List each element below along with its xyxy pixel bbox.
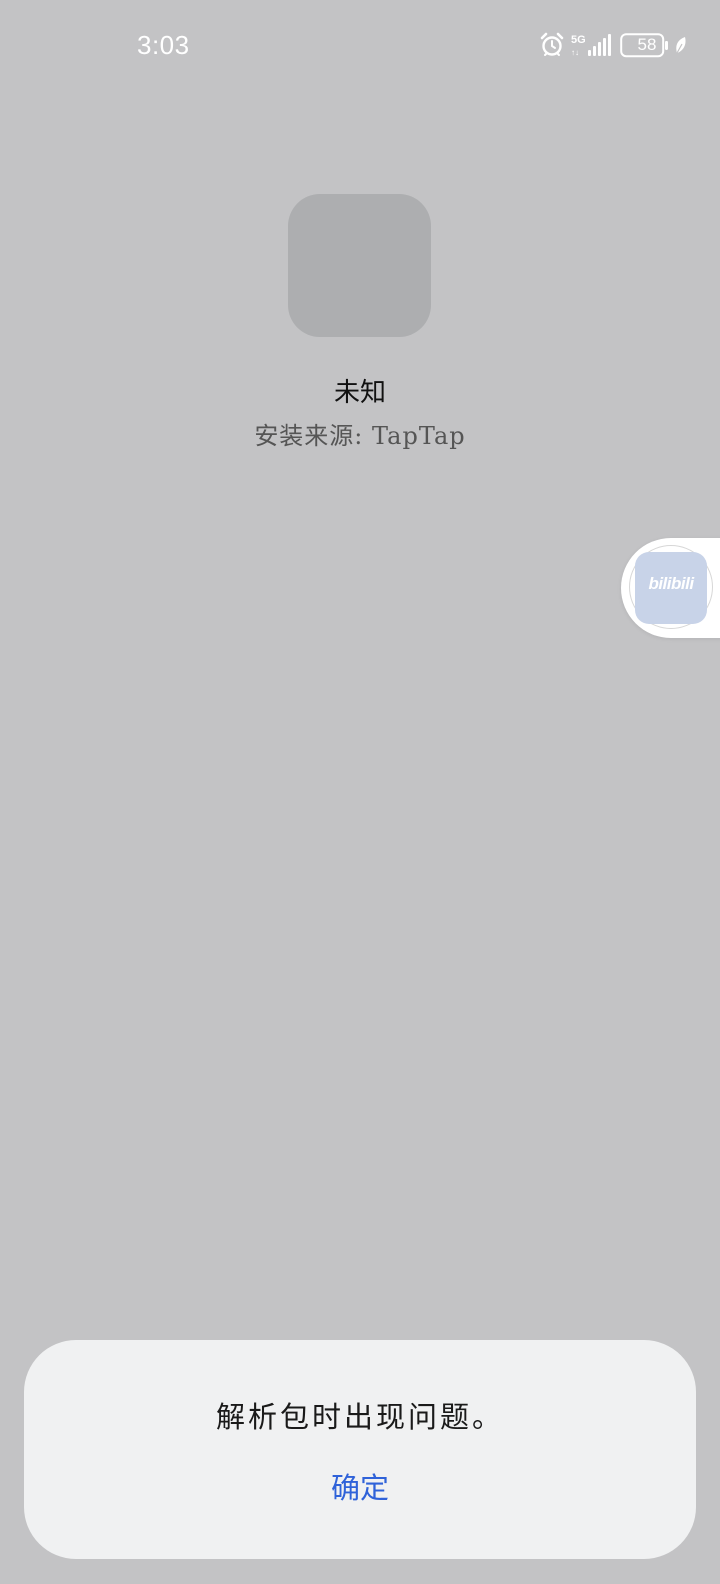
error-dialog: 解析包时出现问题。 确定	[24, 1340, 696, 1559]
app-placeholder-icon	[288, 194, 431, 337]
5g-signal-icon: 5G ↑↓	[571, 34, 611, 57]
install-source-label: 安装来源: TapTap	[254, 422, 466, 450]
battery-level: 58	[637, 35, 657, 54]
floating-app-bubble[interactable]: bilibili	[621, 538, 720, 638]
confirm-button[interactable]: 确定	[300, 1460, 420, 1516]
alarm-icon	[540, 32, 564, 56]
status-time: 3:03	[137, 30, 190, 60]
dialog-message: 解析包时出现问题。	[215, 1400, 504, 1434]
bilibili-logo-text: bilibili	[648, 574, 694, 593]
svg-text:5G: 5G	[571, 34, 586, 46]
status-icons: 5G ↑↓	[540, 30, 690, 62]
app-name: 未知	[333, 378, 386, 408]
bilibili-app-icon[interactable]: bilibili	[635, 552, 707, 624]
svg-text:↑↓: ↑↓	[571, 48, 579, 57]
status-bar: 3:03 5G ↑↓ 58	[0, 0, 720, 92]
battery-saver-leaf-icon	[676, 37, 686, 54]
